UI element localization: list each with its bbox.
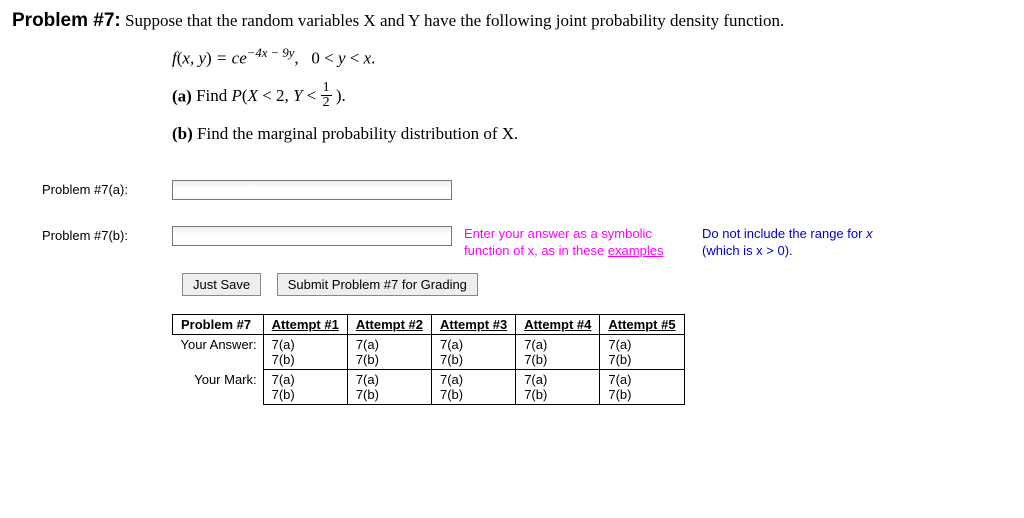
examples-link[interactable]: examples — [608, 243, 664, 258]
part-a: (a) Find P(X < 2, Y < 12 ). — [172, 83, 1012, 112]
hint-range: Do not include the range for x (which is… — [702, 226, 873, 260]
answer-block: Problem #7(a): Problem #7(b): Enter your… — [12, 180, 1012, 406]
table-cell: 7(a)7(b) — [263, 370, 347, 405]
attempt-col-2[interactable]: Attempt #2 — [356, 317, 423, 332]
input-7a[interactable] — [172, 180, 452, 200]
problem-parts: (a) Find P(X < 2, Y < 12 ). (b) Find the… — [172, 83, 1012, 144]
part-a-label: (a) — [172, 86, 192, 105]
answer-row-a: Problem #7(a): — [12, 180, 1012, 200]
table-cell: 7(a)7(b) — [600, 335, 684, 370]
table-cell: 7(a)7(b) — [432, 370, 516, 405]
table-cell: 7(a)7(b) — [600, 370, 684, 405]
table-cell: 7(a)7(b) — [347, 335, 431, 370]
table-cell: 7(a)7(b) — [432, 335, 516, 370]
attempt-col-5[interactable]: Attempt #5 — [608, 317, 675, 332]
part-b-label: (b) — [172, 124, 193, 143]
hint2-line2: (which is x > 0). — [702, 243, 793, 258]
part-b: (b) Find the marginal probability distri… — [172, 124, 1012, 144]
your-answer-row: Your Answer: 7(a)7(b) 7(a)7(b) 7(a)7(b) … — [173, 335, 685, 370]
part-b-text: Find the marginal probability distributi… — [197, 124, 518, 143]
attempt-col-4[interactable]: Attempt #4 — [524, 317, 591, 332]
problem-statement: Suppose that the random variables X and … — [125, 11, 784, 30]
submit-button[interactable]: Submit Problem #7 for Grading — [277, 273, 478, 296]
hint2-var: x — [866, 226, 873, 241]
button-row: Just Save Submit Problem #7 for Grading — [182, 273, 1012, 296]
hint-symbolic: Enter your answer as a symbolic function… — [464, 226, 684, 260]
input-7b[interactable] — [172, 226, 452, 246]
table-cell: 7(a)7(b) — [516, 370, 600, 405]
problem-equation: f(x, y) = ce−4x − 9y, 0 < y < x. — [172, 46, 1012, 69]
attempts-header-row: Problem #7 Attempt #1 Attempt #2 Attempt… — [173, 315, 685, 335]
table-cell: 7(a)7(b) — [347, 370, 431, 405]
answer-row-b: Problem #7(b): Enter your answer as a sy… — [12, 226, 1012, 260]
your-answer-label: Your Answer: — [173, 335, 264, 370]
table-cell: 7(a)7(b) — [516, 335, 600, 370]
just-save-button[interactable]: Just Save — [182, 273, 261, 296]
attempt-col-3[interactable]: Attempt #3 — [440, 317, 507, 332]
problem-number: Problem #7: — [12, 10, 121, 31]
problem-heading: Problem #7: Suppose that the random vari… — [12, 10, 1012, 32]
label-7b: Problem #7(b): — [12, 226, 172, 243]
attempts-header-label: Problem #7 — [173, 315, 264, 335]
attempts-table: Problem #7 Attempt #1 Attempt #2 Attempt… — [172, 314, 685, 405]
attempt-col-1[interactable]: Attempt #1 — [272, 317, 339, 332]
label-7a: Problem #7(a): — [12, 180, 172, 197]
table-cell: 7(a)7(b) — [263, 335, 347, 370]
hint2-line1: Do not include the range for — [702, 226, 866, 241]
your-mark-label: Your Mark: — [173, 370, 264, 405]
your-mark-row: Your Mark: 7(a)7(b) 7(a)7(b) 7(a)7(b) 7(… — [173, 370, 685, 405]
part-a-text: Find P(X < 2, Y < 12 ). — [196, 86, 346, 105]
